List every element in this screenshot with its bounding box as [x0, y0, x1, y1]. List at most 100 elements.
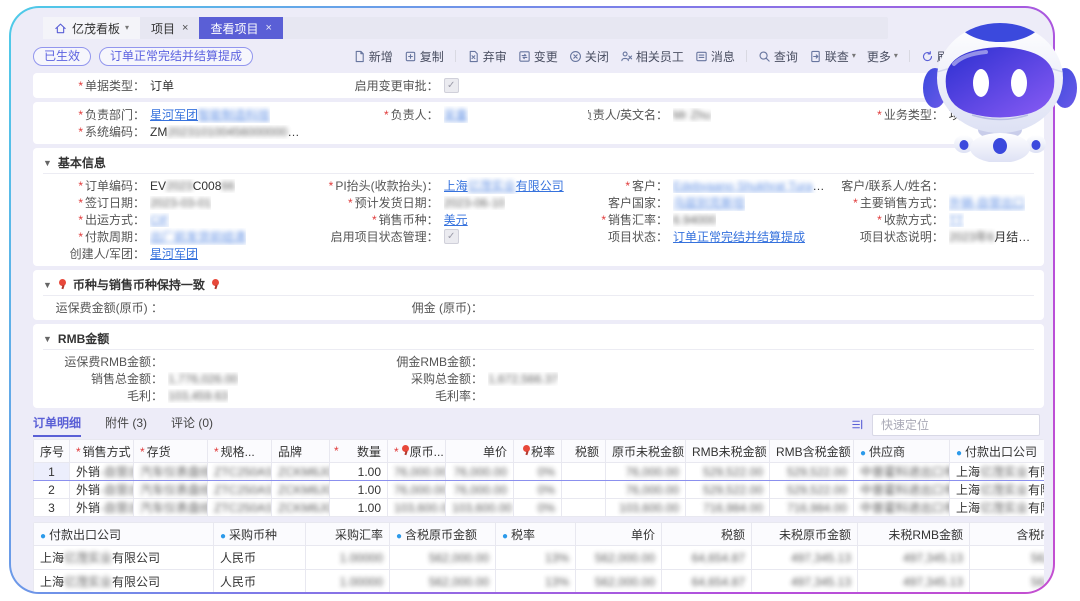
table-cell[interactable]: 中普霍科进出口有限公司: [854, 463, 950, 481]
change-audit-checkbox[interactable]: ✓: [444, 78, 459, 93]
table-cell[interactable]: 上海亿茂实业有限公司: [34, 570, 214, 593]
table-cell[interactable]: 上海亿茂实业有限公: [950, 481, 1045, 499]
table-cell[interactable]: 0%: [514, 499, 562, 517]
table-cell[interactable]: 1.00: [330, 463, 388, 481]
collapse-button[interactable]: K: [1034, 49, 1042, 63]
rmb-section-header[interactable]: ▼ RMB金额: [43, 328, 1034, 350]
basic-info-header[interactable]: ▼ 基本信息: [43, 152, 1034, 174]
table-cell[interactable]: 1: [34, 463, 70, 481]
table-cell[interactable]: 716,984.00: [770, 499, 854, 517]
table-cell[interactable]: 汽车仪表盘线: [134, 499, 208, 517]
new-button[interactable]: 新增: [353, 48, 393, 65]
close-icon[interactable]: ×: [266, 22, 272, 34]
export-button[interactable]: ▾: [972, 50, 992, 63]
table-cell[interactable]: ZCKM6JG..: [272, 481, 330, 499]
table-cell[interactable]: [562, 463, 606, 481]
table-cell[interactable]: 562,000.00: [576, 570, 662, 593]
table-cell[interactable]: 529,522.00: [686, 463, 770, 481]
table-cell[interactable]: 497,345.13: [752, 546, 858, 570]
status-mgmt-checkbox[interactable]: ✓: [444, 229, 459, 244]
table-row[interactable]: 2外销-自营出口汽车仪表盘线ZTC250AS...ZCKM6JG..1.0076…: [34, 481, 1045, 499]
table-row[interactable]: 上海亿茂实业有限公司人民币1.00000562,000.0013%562,000…: [34, 570, 1045, 593]
table-cell[interactable]: 上海亿茂实业有限公: [950, 463, 1045, 481]
copy-button[interactable]: 复制: [404, 48, 444, 65]
table-cell[interactable]: 716,984.00: [686, 499, 770, 517]
table-cell[interactable]: 529,522.00: [770, 463, 854, 481]
tab-view-project[interactable]: 查看项目 ×: [199, 17, 282, 39]
table-cell[interactable]: 上海亿茂实业有限公司: [34, 546, 214, 570]
table-cell[interactable]: [562, 481, 606, 499]
message-button[interactable]: 消息: [695, 48, 735, 65]
table-cell[interactable]: 0%: [514, 463, 562, 481]
close-order-button[interactable]: 关闭: [569, 48, 609, 65]
table-row[interactable]: 上海亿茂实业有限公司人民币1.00000562,000.0013%562,000…: [34, 546, 1045, 570]
table-cell[interactable]: 0%: [514, 481, 562, 499]
table-cell[interactable]: 529,522.00: [770, 481, 854, 499]
table-cell[interactable]: 1.00: [330, 499, 388, 517]
tab-order-detail[interactable]: 订单明细: [33, 412, 81, 437]
table-cell[interactable]: 497,345.13: [858, 546, 970, 570]
table-cell[interactable]: 1.00000: [306, 570, 390, 593]
table-cell[interactable]: 中普霍科进出口有限公司: [854, 481, 950, 499]
discard-approval-button[interactable]: 弃审: [467, 48, 507, 65]
print-button[interactable]: ▾: [1003, 50, 1023, 63]
table-cell[interactable]: 562,000.00: [970, 546, 1045, 570]
tab-dashboard[interactable]: 亿茂看板 ▾: [43, 17, 140, 39]
table-cell[interactable]: 103,600.00: [388, 499, 446, 517]
table-cell[interactable]: 76,000.00: [606, 481, 686, 499]
table-cell[interactable]: 76,000.00: [446, 463, 514, 481]
linked-query-button[interactable]: 联查 ▾: [809, 48, 856, 65]
more-button[interactable]: 更多 ▾: [867, 48, 898, 65]
chevron-down-icon[interactable]: ▾: [125, 24, 129, 32]
currency-section-header[interactable]: ▼ 币种与销售币种保持一致: [43, 274, 1034, 296]
table-cell[interactable]: 497,345.13: [752, 570, 858, 593]
refresh-button[interactable]: 刷新: [921, 48, 961, 65]
table-cell[interactable]: ZTC250AS...: [208, 463, 272, 481]
change-button[interactable]: 变更: [518, 48, 558, 65]
table-cell[interactable]: 3: [34, 499, 70, 517]
table-cell[interactable]: 76,000.00: [388, 481, 446, 499]
table-cell[interactable]: ZCKM6JG..: [272, 499, 330, 517]
table-cell[interactable]: 103,600.00: [606, 499, 686, 517]
table-cell[interactable]: 13%: [496, 570, 576, 593]
table-cell[interactable]: 1.00000: [306, 546, 390, 570]
column-settings-icon[interactable]: [851, 418, 864, 431]
table-cell[interactable]: 529,522.00: [686, 481, 770, 499]
table-cell[interactable]: 76,000.00: [606, 463, 686, 481]
table-cell[interactable]: ZCKM6JG..: [272, 463, 330, 481]
tab-attachments[interactable]: 附件 (3): [105, 412, 147, 437]
table-cell[interactable]: 562,000.00: [390, 546, 496, 570]
table-row[interactable]: 3外销-自营出口汽车仪表盘线ZTC250AS...ZCKM6JG..1.0010…: [34, 499, 1045, 517]
table-cell[interactable]: 76,000.00: [388, 463, 446, 481]
table-cell[interactable]: [562, 499, 606, 517]
table-cell[interactable]: 外销-自营出口: [70, 463, 134, 481]
table-cell[interactable]: 人民币: [214, 546, 306, 570]
table-cell[interactable]: 汽车仪表盘线: [134, 463, 208, 481]
table-cell[interactable]: 汽车仪表盘线: [134, 481, 208, 499]
table-cell[interactable]: 中普霍科进出口有限公司: [854, 499, 950, 517]
table-cell[interactable]: 562,000.00: [970, 570, 1045, 593]
table-cell[interactable]: 64,654.87: [662, 546, 752, 570]
quick-locate-input[interactable]: [872, 414, 1040, 436]
close-icon[interactable]: ×: [182, 22, 188, 34]
table-row[interactable]: 1外销-自营出口汽车仪表盘线ZTC250AS...ZCKM6JG..1.0076…: [34, 463, 1045, 481]
table-cell[interactable]: 上海亿茂实业有限公: [950, 499, 1045, 517]
table-cell[interactable]: 1.00: [330, 481, 388, 499]
table-cell[interactable]: 2: [34, 481, 70, 499]
tab-comments[interactable]: 评论 (0): [171, 412, 213, 437]
table-cell[interactable]: ZTC250AS...: [208, 481, 272, 499]
table-cell[interactable]: 13%: [496, 546, 576, 570]
table-cell[interactable]: 64,654.87: [662, 570, 752, 593]
table-cell[interactable]: 外销-自营出口: [70, 481, 134, 499]
table-cell[interactable]: 外销-自营出口: [70, 499, 134, 517]
table-cell[interactable]: 人民币: [214, 570, 306, 593]
table-cell[interactable]: 562,000.00: [390, 570, 496, 593]
table-cell[interactable]: 497,345.13: [858, 570, 970, 593]
tab-project[interactable]: 项目 ×: [140, 17, 199, 39]
table-cell[interactable]: ZTC250AS...: [208, 499, 272, 517]
table-cell[interactable]: 103,600.00: [446, 499, 514, 517]
query-button[interactable]: 查询: [758, 48, 798, 65]
table-cell[interactable]: 76,000.00: [446, 481, 514, 499]
table-cell[interactable]: 562,000.00: [576, 546, 662, 570]
related-staff-button[interactable]: 相关员工: [620, 48, 684, 65]
